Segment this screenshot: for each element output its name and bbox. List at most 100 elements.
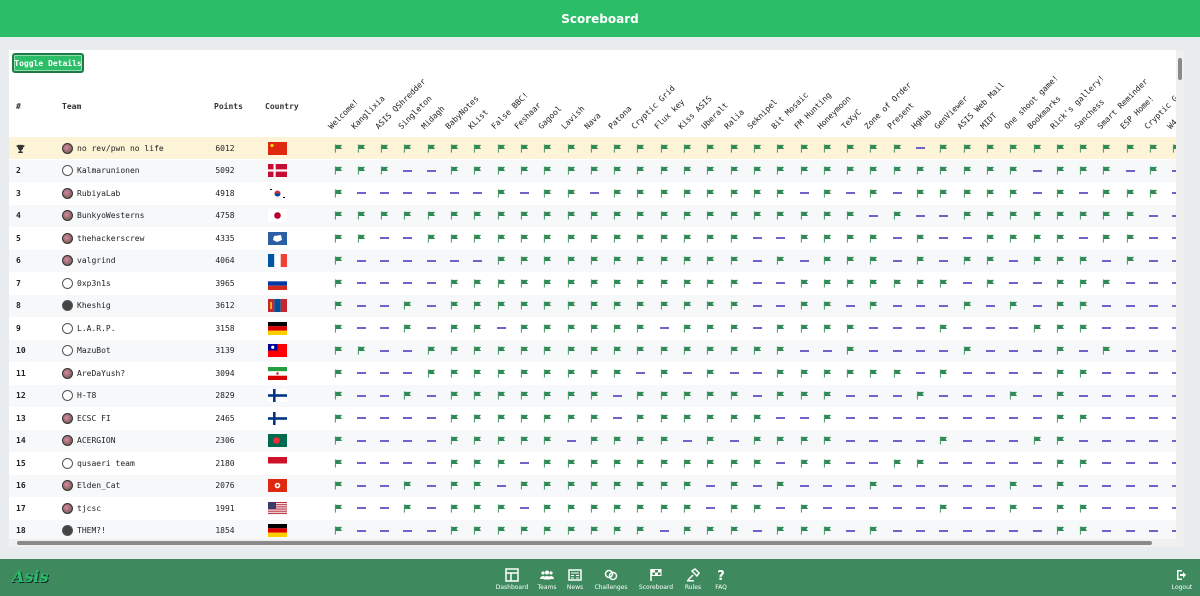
scoreboard-row[interactable]: 7 0xp3n1s 3965 [9, 272, 1182, 294]
scoreboard-row[interactable]: 15 qusaeri team 2180 [9, 452, 1182, 474]
scoreboard-row[interactable]: 12 H-T8 2829 [9, 384, 1182, 407]
scoreboard-row[interactable]: 14 ACERGION 2306 [9, 429, 1182, 452]
team-cell[interactable]: BunkyoWesterns [62, 205, 144, 227]
team-name[interactable]: Elden_Cat [77, 481, 120, 490]
asis-logo[interactable]: Asis [12, 567, 49, 586]
team-name[interactable]: tjcsc [77, 504, 101, 513]
team-name[interactable]: L.A.R.P. [77, 324, 116, 333]
unsolved-dash [1148, 475, 1160, 497]
unsolved-dash [1148, 295, 1160, 317]
team-name[interactable]: AreDaYush? [77, 369, 125, 378]
team-name[interactable]: MazuBot [77, 346, 111, 355]
challenge-column-header[interactable]: KList [466, 108, 489, 131]
solved-flag-icon [821, 430, 833, 452]
challenge-column-header[interactable]: Nava [583, 111, 603, 131]
unsolved-dash [938, 227, 950, 249]
team-name[interactable]: H-T8 [77, 391, 96, 400]
solved-flag-icon [728, 407, 740, 429]
solved-flag-icon [798, 160, 810, 182]
team-cell[interactable]: qusaeri team [62, 452, 135, 474]
team-cell[interactable]: Kalmarunionen [62, 160, 140, 182]
scoreboard-row[interactable]: 10 MazuBot 3139 [9, 339, 1182, 362]
nav-dashboard[interactable]: Dashboard [492, 568, 532, 591]
team-name[interactable]: valgrind [77, 256, 116, 265]
solved-flag-icon [682, 385, 694, 407]
solved-flag-icon [728, 137, 740, 159]
team-name[interactable]: no rev/pwn no life [77, 144, 164, 153]
unsolved-dash [1031, 475, 1043, 497]
solved-flag-icon [402, 497, 414, 519]
team-name[interactable]: Kheshig [77, 301, 111, 310]
scoreboard-row[interactable]: 13 ECSC FI 2465 [9, 407, 1182, 429]
team-cell[interactable]: ACERGION [62, 430, 116, 452]
solved-flag-icon [565, 182, 577, 204]
challenge-column-header[interactable]: HgHub [909, 108, 932, 131]
team-cell[interactable]: tjcsc [62, 497, 101, 519]
team-name[interactable]: BunkyoWesterns [77, 211, 144, 220]
solved-flag-icon [588, 250, 600, 272]
nav-news[interactable]: News [555, 568, 595, 591]
team-cell[interactable]: thehackerscrew [62, 227, 144, 249]
team-name[interactable]: Kalmarunionen [77, 166, 140, 175]
solved-flag-icon [379, 160, 391, 182]
team-cell[interactable]: H-T8 [62, 385, 96, 407]
team-name[interactable]: RubiyaLab [77, 189, 120, 198]
nav-challenges[interactable]: Challenges [591, 568, 631, 591]
team-name[interactable]: THEM?! [77, 526, 106, 535]
team-cell[interactable]: RubiyaLab [62, 182, 120, 204]
horizontal-scrollbar[interactable] [9, 539, 1184, 547]
team-cell[interactable]: no rev/pwn no life [62, 137, 164, 159]
scoreboard-row[interactable]: 17 tjcsc 1991 [9, 497, 1182, 519]
solved-flag-icon [542, 227, 554, 249]
team-cell[interactable]: ECSC FI [62, 407, 111, 429]
team-name[interactable]: ACERGION [77, 436, 116, 445]
challenge-column-header[interactable]: MIDT [979, 111, 999, 131]
team-header[interactable]: Team [62, 102, 81, 111]
unsolved-dash [1101, 362, 1113, 384]
solved-flag-icon [635, 497, 647, 519]
vertical-scrollbar[interactable] [1176, 50, 1184, 539]
team-cell[interactable]: 0xp3n1s [62, 272, 111, 294]
challenge-column-header[interactable]: Patona [606, 104, 633, 131]
solved-flag-icon [728, 250, 740, 272]
team-name[interactable]: 0xp3n1s [77, 279, 111, 288]
scoreboard-row[interactable]: 16 Elden_Cat 2076 [9, 474, 1182, 497]
team-cell[interactable]: L.A.R.P. [62, 317, 116, 339]
solved-flag-icon [961, 137, 973, 159]
team-cell[interactable]: Elden_Cat [62, 475, 120, 497]
solved-flag-icon [402, 475, 414, 497]
unsolved-dash [915, 362, 927, 384]
points-header[interactable]: Points [214, 102, 243, 111]
scoreboard-row[interactable]: no rev/pwn no life 6012 [9, 137, 1181, 159]
scoreboard-row[interactable]: 5 thehackerscrew 4335 [9, 227, 1182, 249]
scoreboard-row[interactable]: 3 RubiyaLab 4918 [9, 182, 1182, 204]
nav-scoreboard[interactable]: Scoreboard [636, 568, 676, 591]
unsolved-dash [915, 295, 927, 317]
team-cell[interactable]: MazuBot [62, 340, 111, 362]
scoreboard-row[interactable]: 9 L.A.R.P. 3158 [9, 317, 1182, 339]
nav-faq[interactable]: ? FAQ [701, 568, 741, 591]
scoreboard-row[interactable]: 4 BunkyoWesterns 4758 [9, 204, 1182, 227]
scoreboard-row[interactable]: 11 AreDaYush? 3094 [9, 362, 1182, 384]
team-cell[interactable]: AreDaYush? [62, 362, 125, 384]
scoreboard-row[interactable]: 6 valgrind 4064 [9, 249, 1182, 272]
solved-flag-icon [1054, 295, 1066, 317]
challenge-column-header[interactable]: TeXyC [839, 108, 862, 131]
team-name[interactable]: qusaeri team [77, 459, 135, 468]
team-cell[interactable]: valgrind [62, 250, 116, 272]
scoreboard-row[interactable]: 2 Kalmarunionen 5092 [9, 159, 1182, 182]
scoreboard-row[interactable]: 8 Kheshig 3612 [9, 294, 1182, 317]
unsolved-dash [1008, 430, 1020, 452]
logout-button[interactable]: Logout [1162, 568, 1200, 591]
team-name[interactable]: ECSC FI [77, 414, 111, 423]
challenge-column-header[interactable]: Lavish [560, 104, 587, 131]
unsolved-dash [355, 475, 367, 497]
team-cell[interactable]: Kheshig [62, 295, 111, 317]
unsolved-dash [402, 340, 414, 362]
solved-flag-icon [658, 227, 670, 249]
solved-flag-icon [984, 137, 996, 159]
challenge-column-header[interactable]: Ralia [723, 108, 746, 131]
team-rank: 2 [16, 166, 21, 175]
solved-flag-icon [821, 452, 833, 474]
team-name[interactable]: thehackerscrew [77, 234, 144, 243]
